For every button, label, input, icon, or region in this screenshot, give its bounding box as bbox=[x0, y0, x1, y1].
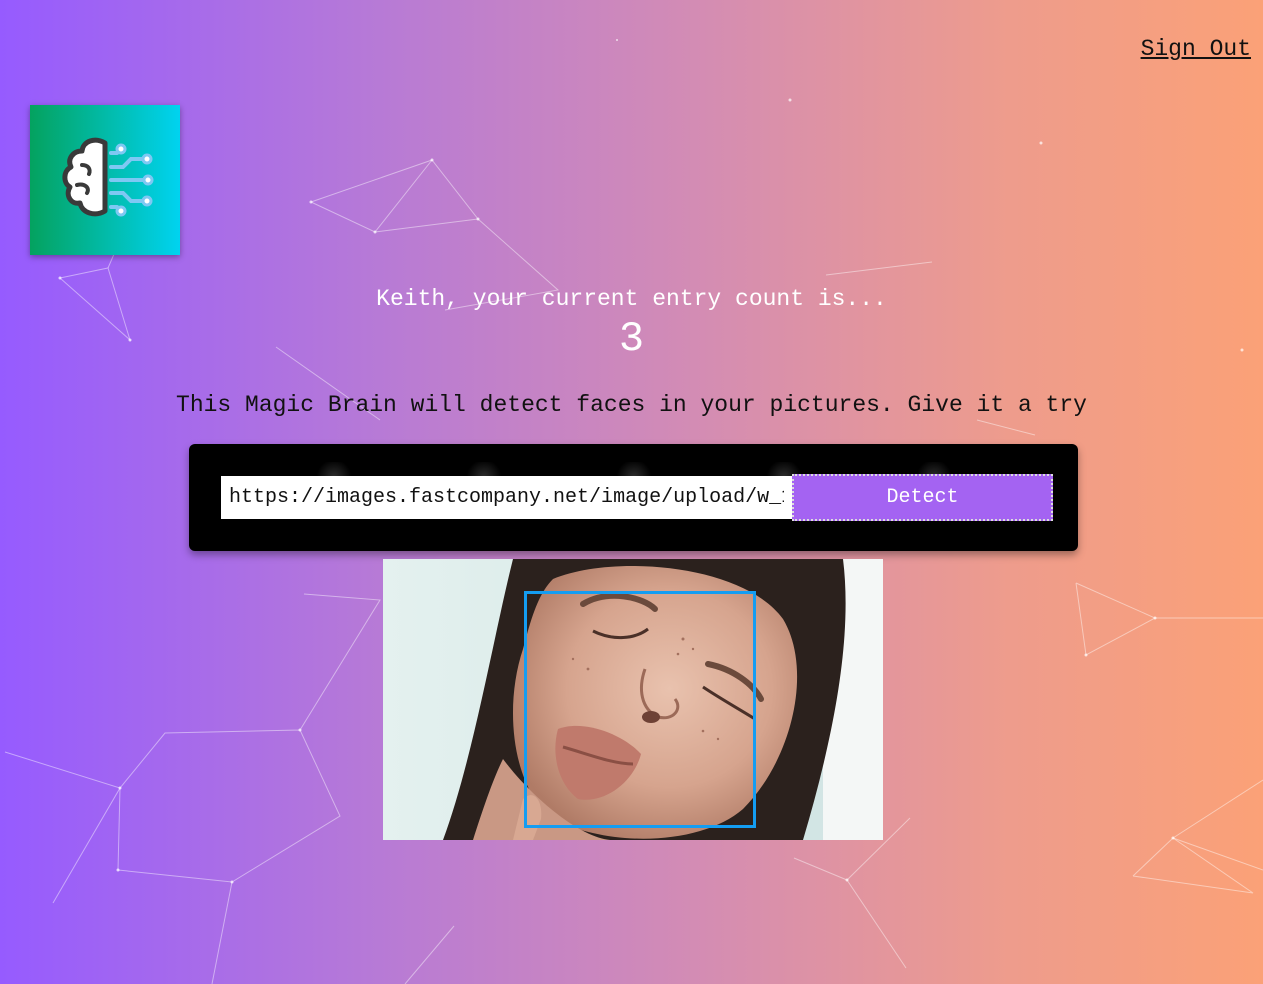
entry-count-text: Keith, your current entry count is... bbox=[376, 286, 887, 312]
image-link-form: Detect bbox=[189, 444, 1078, 551]
entry-count-value: 3 bbox=[618, 315, 645, 363]
face-bounding-box bbox=[524, 591, 756, 828]
image-url-input[interactable] bbox=[221, 476, 792, 519]
detect-button[interactable]: Detect bbox=[792, 474, 1053, 521]
app-logo bbox=[30, 105, 180, 255]
brain-circuit-icon bbox=[62, 137, 154, 217]
face-image bbox=[383, 559, 883, 840]
sign-out-link[interactable]: Sign Out bbox=[1141, 36, 1251, 62]
app-description: This Magic Brain will detect faces in yo… bbox=[176, 392, 1087, 418]
